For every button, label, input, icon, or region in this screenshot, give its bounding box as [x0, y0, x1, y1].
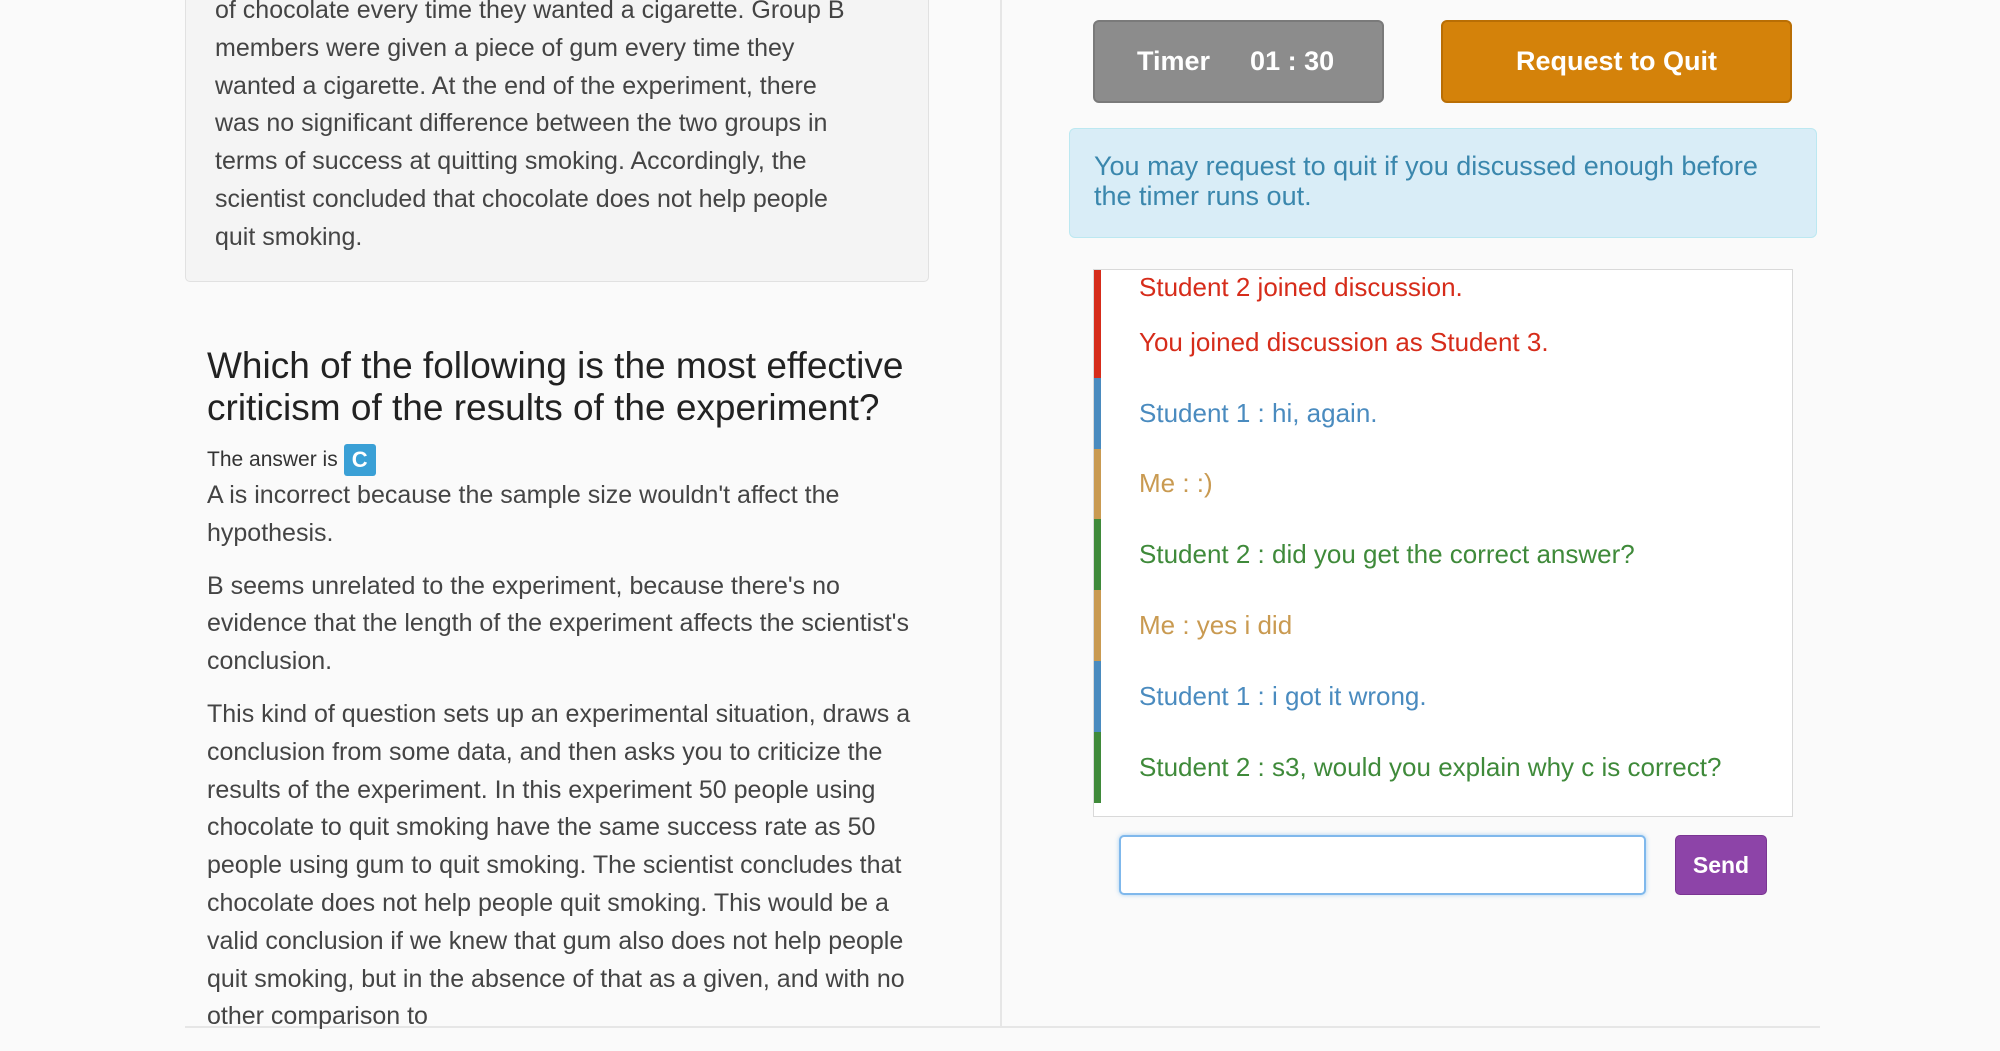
explanation: A is incorrect because the sample size w… — [207, 477, 917, 1051]
answer-label: The answer is — [207, 448, 338, 471]
timer-value: 01 : 30 — [1250, 46, 1335, 76]
chat-message: Me : yes i did — [1094, 590, 1792, 661]
passage-text: of chocolate every time they wanted a ci… — [215, 0, 915, 257]
chat-message: You joined discussion as Student 3. — [1094, 307, 1792, 378]
explanation-paragraph: This kind of question sets up an experim… — [207, 699, 911, 1031]
question-title: Which of the following is the most effec… — [207, 345, 904, 428]
chat-message: Student 1 : hi, again. — [1094, 377, 1792, 449]
passage-line: was no significant difference between th… — [215, 109, 828, 138]
send-button[interactable]: Send — [1675, 835, 1767, 895]
chat-input[interactable] — [1119, 835, 1646, 895]
chat-log[interactable]: Student 2 joined discussion. You joined … — [1093, 269, 1793, 817]
chat-message: Student 1 : i got it wrong. — [1094, 660, 1792, 732]
info-alert: You may request to quit if you discussed… — [1069, 128, 1817, 238]
timer-label: Timer — [1137, 46, 1211, 76]
passage-line: quit smoking. — [215, 222, 363, 251]
passage-line: terms of success at quitting smoking. Ac… — [215, 147, 807, 176]
chat-message: Student 2 : s3, would you explain why c … — [1094, 731, 1792, 803]
chat-message: Me : :) — [1094, 448, 1792, 520]
request-to-quit-button[interactable]: Request to Quit — [1441, 20, 1792, 103]
timer: Timer 01 : 30 — [1093, 20, 1384, 103]
passage-line: of chocolate every time they wanted a ci… — [215, 0, 845, 24]
explanation-paragraph: A is incorrect because the sample size w… — [207, 481, 840, 547]
passage-line: members were given a piece of gum every … — [215, 33, 795, 62]
passage-line: wanted a cigarette. At the end of the ex… — [215, 71, 817, 100]
explanation-paragraph: B seems unrelated to the experiment, bec… — [207, 571, 909, 676]
chat-message: Student 2 joined discussion. — [1094, 270, 1792, 307]
answer-line: The answer is C — [207, 444, 376, 476]
column-divider — [1000, 0, 1002, 1026]
answer-badge: C — [343, 444, 376, 476]
passage-line: scientist concluded that chocolate does … — [215, 184, 828, 213]
chat-message: Student 2 : did you get the correct answ… — [1094, 519, 1792, 591]
